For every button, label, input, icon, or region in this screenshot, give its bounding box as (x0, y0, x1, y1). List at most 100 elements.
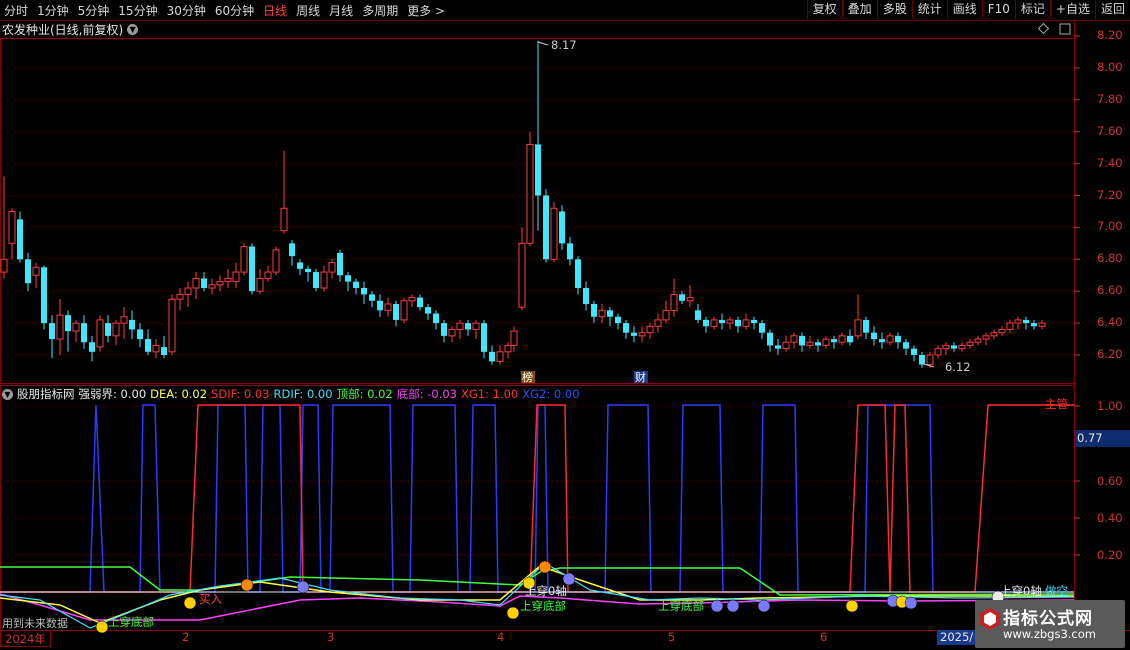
indicator-value: XG2: 0.00 (522, 387, 580, 401)
candle-body (129, 319, 135, 330)
candle-body (0, 258, 8, 273)
signal-label: 上穿底部 (520, 599, 566, 613)
candle-body (559, 211, 565, 244)
candle-body (782, 341, 790, 350)
candle-body (591, 303, 597, 317)
candle-body (767, 332, 773, 346)
candle-body (232, 271, 240, 283)
candle-body (8, 210, 16, 244)
candle-body (456, 322, 464, 330)
indicator-tick-label: 0.60 (1097, 474, 1123, 488)
indicator-value: XG1: 1.00 (461, 387, 519, 401)
candle-body (56, 314, 64, 340)
signal-label: 上穿0轴 (1000, 584, 1042, 598)
candle-body (81, 323, 87, 343)
candle-body (686, 297, 694, 302)
candle-body (224, 277, 232, 283)
candle-body (543, 195, 549, 260)
candle-body (695, 310, 701, 320)
candle-body (831, 339, 837, 343)
event-tag: 榜 (522, 370, 533, 384)
candle-body (32, 266, 40, 276)
candle-body (510, 330, 518, 346)
candle-body (337, 252, 343, 276)
candle-body (863, 319, 869, 333)
kline-chart[interactable]: 8.17 6.12 榜 财 (0, 0, 1130, 650)
event-tag: 财 (635, 370, 646, 384)
candle-body (735, 319, 741, 327)
candle-body (481, 323, 487, 352)
candle-body (703, 319, 709, 327)
candle-body (879, 339, 885, 343)
indicator-name[interactable]: 股朋指标网 (17, 386, 75, 402)
candle-body (145, 339, 151, 352)
candle-body (607, 310, 613, 317)
indicator-value: 顶部: 0.02 (336, 387, 393, 401)
candle-body (448, 328, 456, 337)
signal-face-icon (183, 596, 197, 610)
price-tick-label: 7.80 (1097, 91, 1123, 106)
signal-face-icon (904, 596, 918, 610)
candle-body (719, 319, 725, 324)
candle-body (583, 288, 589, 304)
candle-body (911, 348, 917, 355)
candle-body (472, 322, 480, 330)
candle-body (504, 344, 512, 353)
candle-body (919, 355, 925, 365)
candle-body (297, 262, 303, 269)
candle-body (726, 319, 734, 324)
price-tick-label: 8.20 (1097, 28, 1123, 42)
candle-body (1006, 322, 1014, 330)
watermark-url: www.zbgs3.com (1003, 627, 1096, 641)
signal-face-icon (845, 599, 859, 613)
chevron-down-icon[interactable]: ▼ (2, 388, 13, 400)
candle-body (646, 325, 654, 334)
corner-note: 用到未来数据 (2, 617, 68, 630)
candle-body (120, 316, 128, 324)
month-label: 4 (497, 630, 505, 644)
signal-label: 上穿底部 (658, 599, 704, 613)
candle-body (400, 300, 408, 321)
candle-body (518, 242, 526, 308)
diamond-icon (1037, 22, 1050, 35)
candle-body (535, 144, 541, 196)
candle-body (998, 328, 1006, 334)
candle-body (958, 344, 966, 350)
candle-body (1014, 319, 1022, 324)
candle-body (112, 322, 120, 337)
candle-body (575, 259, 581, 289)
candle-body (168, 298, 176, 353)
candle-body (137, 329, 143, 340)
signal-label: 主管 (1045, 397, 1068, 411)
candle-body (742, 319, 750, 327)
year-end-label: 2025/ (937, 630, 977, 645)
price-tick-label: 7.60 (1097, 123, 1123, 138)
xg2-line (0, 404, 1074, 593)
price-tick-label: 6.40 (1097, 315, 1123, 330)
candle-body (550, 207, 558, 260)
month-label: 3 (327, 630, 335, 644)
signal-face-icon (726, 599, 740, 613)
low-price-marker: 6.12 (945, 360, 971, 374)
candle-body (65, 315, 71, 332)
candle-body (441, 323, 447, 336)
candle-body (176, 293, 184, 300)
candle-body (934, 348, 942, 356)
candle-body (662, 309, 670, 321)
candle-body (926, 354, 934, 366)
candle-body (280, 207, 288, 232)
candle-body (408, 297, 416, 302)
current-value-box: 0.77 (1075, 430, 1130, 447)
candle-body (17, 219, 23, 260)
candle-body (759, 323, 765, 333)
candle-body (320, 271, 328, 289)
candle-body (615, 316, 621, 324)
candle-body (256, 277, 264, 292)
indicator-tick-label: 0.40 (1097, 511, 1123, 525)
indicator-value: 底部: -0.03 (396, 387, 458, 401)
candle-body (425, 307, 431, 314)
candle-body (598, 309, 606, 318)
panel-toggle-icon (1059, 23, 1071, 35)
candle-body (679, 294, 685, 301)
indicator-value: DEA: 0.02 (150, 387, 208, 401)
